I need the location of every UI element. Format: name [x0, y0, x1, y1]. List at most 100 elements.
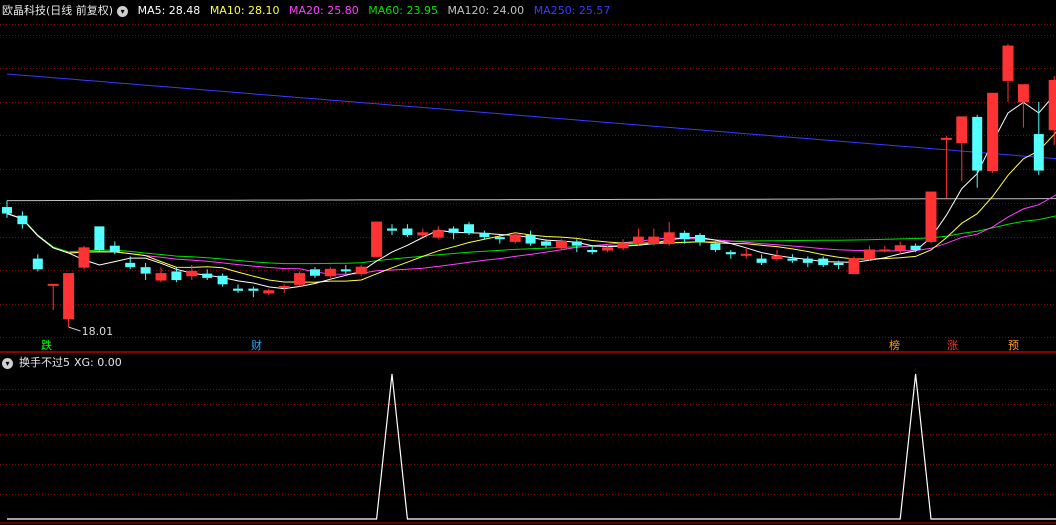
- candle-body: [494, 237, 505, 240]
- event-marker-finance[interactable]: 财: [250, 339, 263, 352]
- candle-body: [78, 247, 90, 268]
- candle-body: [972, 116, 983, 171]
- event-marker-limit-up[interactable]: 涨: [946, 339, 959, 352]
- candle-body: [818, 258, 829, 266]
- candle-body: [432, 230, 444, 238]
- candle: [371, 221, 383, 257]
- candle-body: [632, 236, 644, 245]
- candle: [171, 267, 182, 283]
- candle: [848, 256, 860, 275]
- candle-body: [217, 275, 228, 285]
- low-label: 18.01: [82, 325, 114, 338]
- candle: [155, 267, 167, 283]
- candle: [509, 232, 521, 244]
- candle-body: [387, 228, 397, 231]
- candle-body: [2, 207, 12, 214]
- candle-body: [155, 273, 167, 281]
- candle: [310, 267, 320, 278]
- candle-body: [1017, 84, 1029, 103]
- candle-body: [417, 232, 429, 236]
- candle: [863, 245, 875, 261]
- candle-body: [571, 241, 582, 246]
- candle: [263, 288, 275, 296]
- low-pointer: [68, 326, 81, 332]
- stock-title: 欧晶科技(日线 前复权): [2, 4, 114, 17]
- candle-body: [740, 253, 752, 256]
- main-header: 欧晶科技(日线 前复权) ▾ MA5: 28.48 MA10: 28.10 MA2…: [2, 2, 616, 20]
- candle: [355, 265, 367, 276]
- candle-body: [771, 255, 783, 260]
- candle: [294, 271, 306, 287]
- candle-body: [294, 273, 306, 285]
- candle: [1017, 84, 1029, 128]
- candle-body: [787, 258, 798, 261]
- event-marker-ranking[interactable]: 榜: [888, 339, 901, 352]
- candle-body: [310, 269, 320, 276]
- candle: [32, 254, 43, 272]
- candle: [233, 284, 243, 293]
- candle-body: [648, 236, 660, 245]
- chevron-down-icon[interactable]: ▾: [2, 357, 13, 369]
- candle: [17, 211, 28, 229]
- candle: [1002, 43, 1014, 102]
- candle-body: [248, 288, 259, 291]
- candle: [725, 249, 736, 259]
- candle-body: [448, 228, 459, 233]
- candle-body: [125, 262, 136, 268]
- candle-body: [278, 285, 290, 288]
- candle: [1048, 76, 1056, 145]
- candle: [248, 286, 259, 298]
- candle: [740, 247, 752, 259]
- candle-body: [925, 191, 937, 242]
- candle: [818, 256, 829, 268]
- candle-body: [833, 262, 844, 266]
- xg-signal-line: [7, 373, 1056, 520]
- ma5-label: MA5: 28.48: [137, 4, 201, 17]
- candle-body: [47, 283, 59, 286]
- candle-body: [541, 241, 551, 246]
- candle-body: [695, 234, 705, 242]
- ma60-label: MA60: 23.95: [368, 4, 438, 17]
- candle-body: [263, 290, 275, 294]
- candle-body: [186, 270, 198, 277]
- ma20-label: MA20: 25.80: [289, 4, 359, 17]
- candle-body: [1033, 134, 1044, 171]
- candle-body: [555, 240, 567, 249]
- indicator-chart: [7, 373, 1056, 520]
- candle: [340, 265, 351, 274]
- candle-body: [202, 273, 213, 278]
- candle: [787, 254, 798, 263]
- event-marker-drop[interactable]: 跌: [40, 339, 53, 352]
- indicator-header: ▾ 换手不过5 XG: 0.00: [2, 354, 128, 372]
- candle: [140, 262, 151, 281]
- chevron-down-icon[interactable]: ▾: [117, 5, 129, 17]
- candlesticks: [2, 43, 1056, 328]
- ma120-line: [7, 198, 1056, 202]
- event-marker-forecast[interactable]: 预: [1007, 339, 1020, 352]
- candle-body: [863, 249, 875, 260]
- candle: [695, 232, 705, 246]
- candle: [47, 283, 59, 311]
- candle-body: [940, 137, 952, 140]
- candle-body: [171, 271, 182, 281]
- candle-body: [725, 252, 736, 255]
- candle-body: [371, 221, 383, 257]
- ma250-label: MA250: 25.57: [533, 4, 611, 17]
- candle-body: [94, 226, 105, 250]
- candle: [894, 241, 906, 255]
- candle-body: [987, 92, 999, 172]
- candle-body: [1002, 45, 1014, 81]
- candle: [756, 254, 767, 266]
- candle-body: [140, 267, 151, 274]
- stock-chart: 31.4818.01: [0, 24, 1056, 524]
- candle: [679, 230, 690, 244]
- candle-body: [355, 266, 367, 275]
- candle: [940, 136, 952, 199]
- candle-body: [663, 232, 675, 245]
- candle-body: [848, 258, 860, 275]
- ma250-line: [6, 73, 1056, 160]
- candle: [78, 245, 90, 270]
- candle: [648, 228, 660, 246]
- candle-body: [879, 249, 891, 252]
- price-annotations: 31.4818.01: [68, 325, 114, 338]
